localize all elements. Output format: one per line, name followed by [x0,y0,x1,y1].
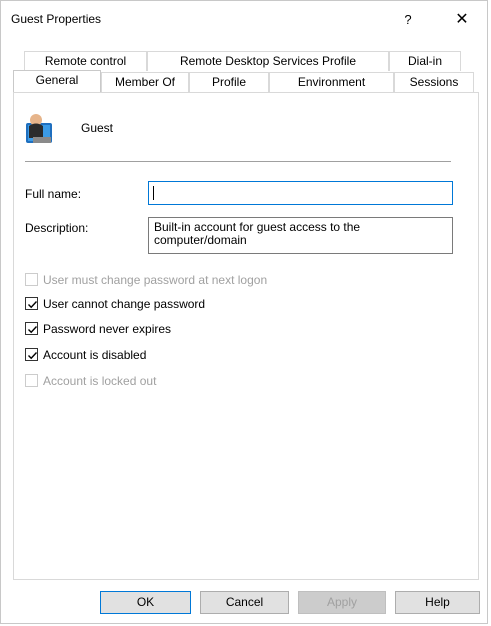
close-button[interactable]: ✕ [447,7,477,33]
checkbox-box [25,273,38,286]
cancel-button[interactable]: Cancel [200,591,289,614]
full-name-label: Full name: [25,187,82,201]
checkbox-label: User cannot change password [43,297,206,311]
checkbox-box [25,297,38,310]
account-name: Guest [81,121,114,135]
checkbox-box [25,374,38,387]
help-button[interactable]: Help [395,591,480,614]
properties-dialog: Guest Properties ? ✕ Remote control Remo… [0,0,488,624]
checkmark-icon [28,301,38,309]
tab-sessions[interactable]: Sessions [394,72,474,92]
ok-button[interactable]: OK [100,591,191,614]
checkbox-label: Account is disabled [43,348,147,362]
tab-environment[interactable]: Environment [269,72,394,92]
description-label: Description: [25,221,89,235]
tab-remote-desktop-services-profile[interactable]: Remote Desktop Services Profile [147,51,389,71]
tab-dial-in[interactable]: Dial-in [389,51,461,71]
checkmark-icon [28,326,38,334]
title-bar: Guest Properties ? ✕ [1,1,487,39]
text-caret [153,186,154,200]
description-field[interactable]: Built-in account for guest access to the… [148,217,453,254]
separator [25,161,451,162]
tab-profile[interactable]: Profile [189,72,269,92]
full-name-field[interactable] [148,181,453,205]
tab-remote-control[interactable]: Remote control [24,51,147,71]
checkbox-box [25,322,38,335]
user-account-icon [26,114,52,143]
checkmark-icon [28,352,38,360]
tab-general[interactable]: General [13,70,101,92]
checkbox-label: Password never expires [43,322,172,336]
apply-button[interactable]: Apply [298,591,386,614]
checkbox-label: User must change password at next logon [43,273,268,287]
tab-member-of[interactable]: Member Of [101,72,189,92]
checkbox-box [25,348,38,361]
help-title-button[interactable]: ? [394,7,422,33]
window-title: Guest Properties [11,12,102,26]
checkbox-label: Account is locked out [43,374,157,388]
general-tab-panel [13,92,479,580]
